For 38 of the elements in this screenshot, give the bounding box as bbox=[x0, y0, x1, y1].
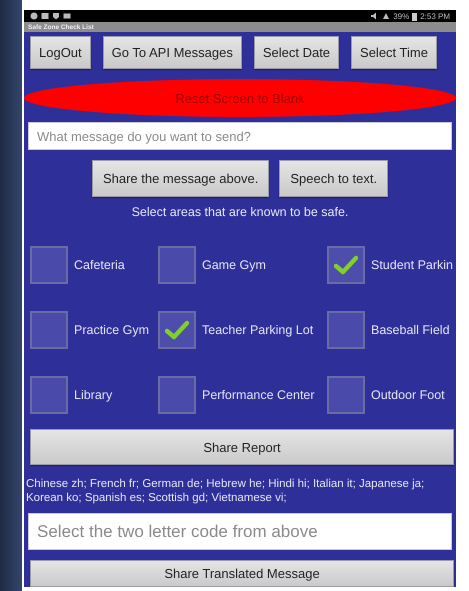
checkbox[interactable] bbox=[327, 376, 365, 414]
checkbox-label: Game Gym bbox=[202, 258, 266, 272]
checkbox[interactable] bbox=[30, 246, 68, 284]
areas-prompt: Select areas that are known to be safe. bbox=[130, 205, 350, 221]
language-field[interactable]: Select the two letter code from above bbox=[28, 513, 452, 550]
top-button[interactable]: Select Time bbox=[351, 36, 437, 69]
checkbox[interactable] bbox=[327, 246, 365, 284]
share-translated-button[interactable]: Share Translated Message bbox=[30, 560, 454, 587]
download-icon bbox=[52, 12, 60, 20]
checkmark-icon bbox=[334, 254, 358, 274]
checkbox[interactable] bbox=[30, 376, 68, 414]
share-report-button[interactable]: Share Report bbox=[30, 429, 454, 465]
checkbox-label: Cafeteria bbox=[74, 258, 125, 272]
signal-icon bbox=[382, 12, 390, 20]
checkbox-label: Student Parkin bbox=[371, 258, 453, 272]
checkbox-label: Baseball Field bbox=[371, 322, 450, 336]
checkbox-label: Practice Gym bbox=[74, 322, 150, 336]
checkbox-label: Teacher Parking Lot bbox=[202, 322, 314, 336]
top-button[interactable]: Go To API Messages bbox=[102, 36, 242, 69]
battery-icon bbox=[412, 12, 418, 20]
notification-icon bbox=[30, 12, 38, 20]
top-button[interactable]: Select Date bbox=[254, 36, 340, 69]
clock-time: 2:53 PM bbox=[420, 12, 450, 20]
checkbox[interactable] bbox=[158, 246, 196, 284]
checkbox[interactable] bbox=[158, 310, 196, 348]
top-button[interactable]: LogOut bbox=[30, 36, 91, 69]
message-button[interactable]: Speech to text. bbox=[279, 160, 388, 197]
checkbox[interactable] bbox=[327, 310, 365, 348]
checkbox-label: Outdoor Foot bbox=[371, 388, 445, 402]
checkmark-icon bbox=[165, 320, 189, 340]
battery-percent: 39% bbox=[393, 12, 410, 20]
message-button[interactable]: Share the message above. bbox=[92, 160, 270, 197]
message-field[interactable]: What message do you want to send? bbox=[28, 122, 452, 150]
checkbox[interactable] bbox=[158, 376, 196, 414]
checkbox-label: Library bbox=[74, 388, 112, 402]
language-codes: Chinese zh; French fr; German de; Hebrew he; Hindi hi; Italian it; Japanese ja; Korean ko; Spanish es; Scottish gd; Vietnamese vi; bbox=[26, 477, 426, 505]
checkbox-label: Performance Center bbox=[202, 388, 315, 402]
checkbox[interactable] bbox=[30, 310, 68, 348]
